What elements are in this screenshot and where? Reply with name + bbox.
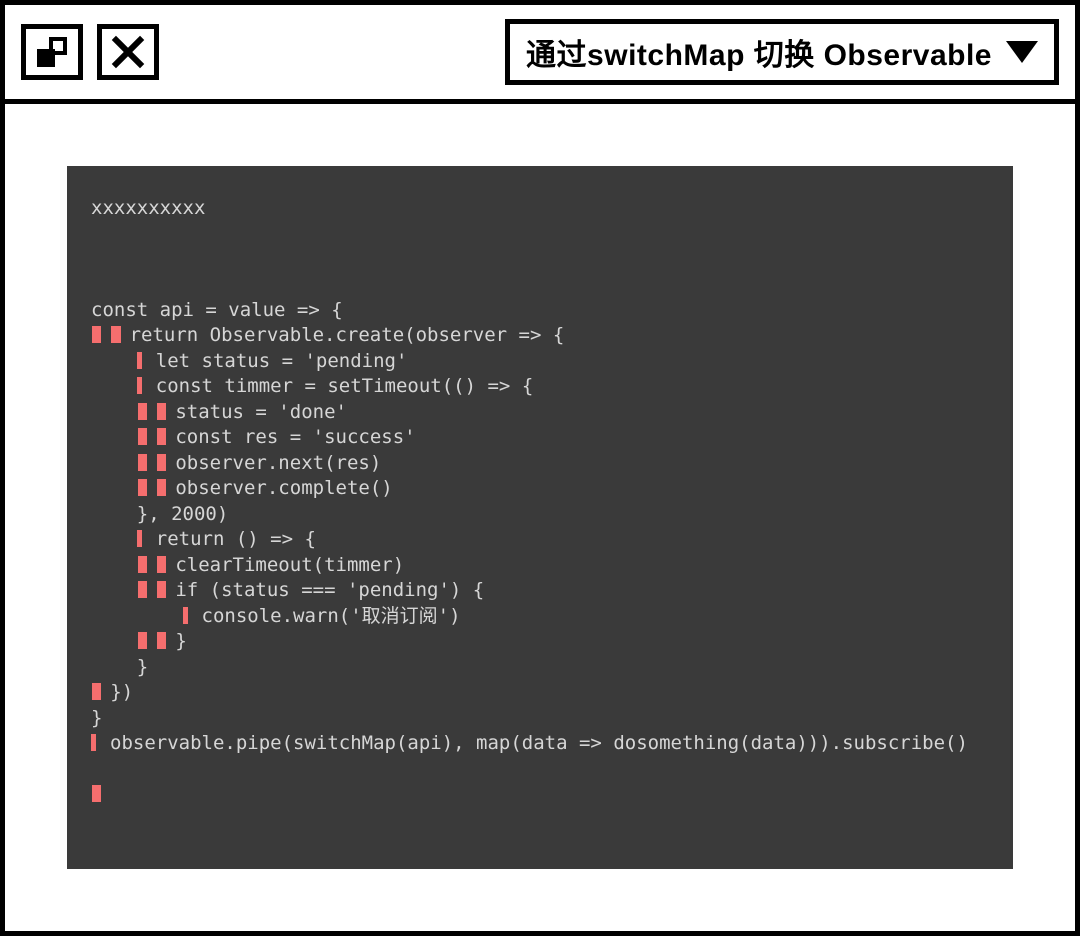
minimize-restore-button[interactable] xyxy=(21,24,83,80)
code-line: const res = 'success' xyxy=(91,425,989,451)
code-line: }, 2000) xyxy=(91,502,989,528)
code-editor[interactable]: xxxxxxxxxx const api = value => { return… xyxy=(67,166,1013,869)
code-line: } xyxy=(91,706,989,732)
code-line: } xyxy=(91,655,989,681)
code-line: }) xyxy=(91,680,989,706)
code-line: observer.next(res) xyxy=(91,451,989,477)
code-line: let status = 'pending' xyxy=(91,349,989,375)
code-line: return () => { xyxy=(91,527,989,553)
titlebar-buttons xyxy=(21,24,159,80)
chevron-down-icon xyxy=(1006,41,1038,63)
content-area: xxxxxxxxxx const api = value => { return… xyxy=(5,104,1075,931)
code-line: console.warn('取消订阅') xyxy=(91,604,989,630)
title-dropdown[interactable]: 通过switchMap 切换 Observable xyxy=(505,19,1059,85)
code-line: observer.complete() xyxy=(91,476,989,502)
restore-icon xyxy=(37,37,67,67)
code-line: } xyxy=(91,629,989,655)
code-line: clearTimeout(timmer) xyxy=(91,553,989,579)
close-icon xyxy=(111,35,145,69)
code-line: const timmer = setTimeout(() => { xyxy=(91,374,989,400)
code-line: observable.pipe(switchMap(api), map(data… xyxy=(91,731,989,757)
code-line: if (status === 'pending') { xyxy=(91,578,989,604)
code-line xyxy=(91,782,989,808)
code-line: const api = value => { xyxy=(91,298,989,324)
code-line: status = 'done' xyxy=(91,400,989,426)
title-text: 通过switchMap 切换 Observable xyxy=(526,30,992,74)
titlebar: 通过switchMap 切换 Observable xyxy=(5,5,1075,104)
close-button[interactable] xyxy=(97,24,159,80)
window-frame: 通过switchMap 切换 Observable xxxxxxxxxx con… xyxy=(0,0,1080,936)
code-line: return Observable.create(observer => { xyxy=(91,323,989,349)
code-line: xxxxxxxxxx xyxy=(91,196,989,222)
